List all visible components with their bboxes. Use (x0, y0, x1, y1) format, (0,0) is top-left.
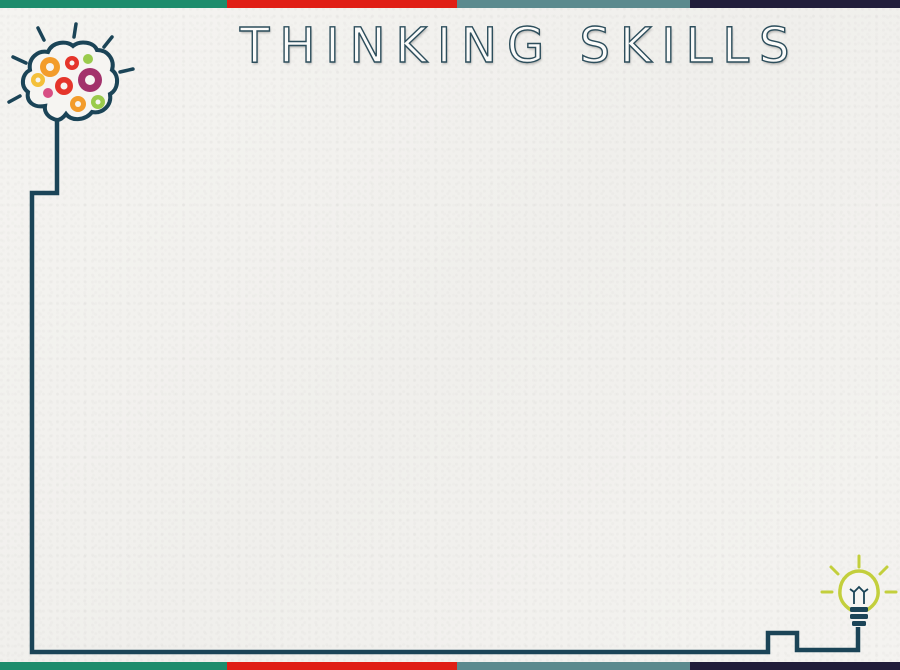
brain-gears-icon (7, 22, 135, 123)
gear-icon (78, 68, 102, 92)
gear-icon (31, 73, 45, 87)
decorative-frame (7, 22, 898, 655)
gear-icon (40, 57, 60, 77)
gear-icon (70, 96, 86, 112)
gear-icon (65, 56, 79, 70)
lightbulb-icon (820, 554, 898, 626)
gear-icon (91, 95, 105, 109)
frame-line (29, 118, 861, 655)
gear-icon (55, 77, 73, 95)
